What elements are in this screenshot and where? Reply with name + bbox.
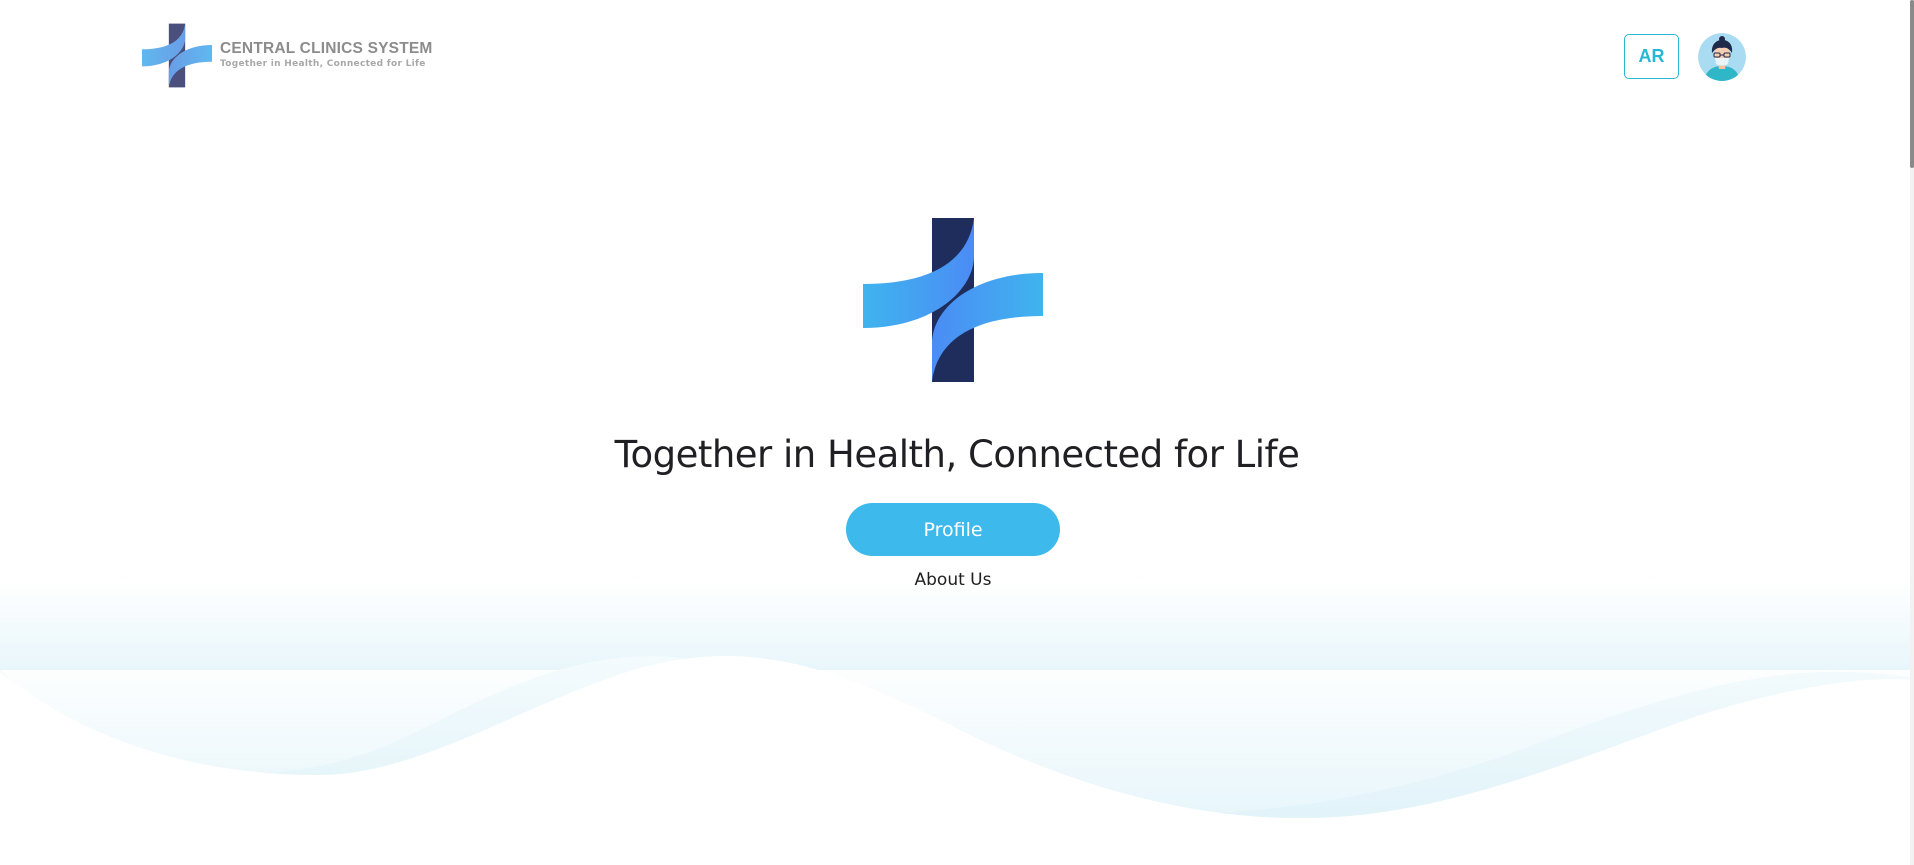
language-toggle-button[interactable]: AR <box>1624 34 1679 79</box>
doctor-avatar-icon <box>1698 33 1746 81</box>
medical-cross-logo-icon <box>142 23 212 88</box>
landing-page: CENTRAL CLINICS SYSTEM Together in Healt… <box>0 0 1914 865</box>
medical-cross-hero-icon <box>863 218 1043 382</box>
brand-tagline: Together in Health, Connected for Life <box>220 59 426 69</box>
brand-text: CENTRAL CLINICS SYSTEM Together in Healt… <box>220 40 433 71</box>
brand-name: CENTRAL CLINICS SYSTEM <box>220 40 433 57</box>
user-avatar[interactable] <box>1698 33 1746 81</box>
brand-link[interactable]: CENTRAL CLINICS SYSTEM Together in Healt… <box>142 23 433 88</box>
about-us-link[interactable]: About Us <box>853 565 1053 595</box>
top-header: CENTRAL CLINICS SYSTEM Together in Healt… <box>0 0 1914 110</box>
hero-title: Together in Health, Connected for Life <box>614 433 1300 476</box>
background-wave <box>0 580 1914 865</box>
page-scrollbar[interactable] <box>1910 0 1914 865</box>
profile-button[interactable]: Profile <box>846 503 1060 556</box>
scrollbar-thumb[interactable] <box>1910 0 1914 168</box>
